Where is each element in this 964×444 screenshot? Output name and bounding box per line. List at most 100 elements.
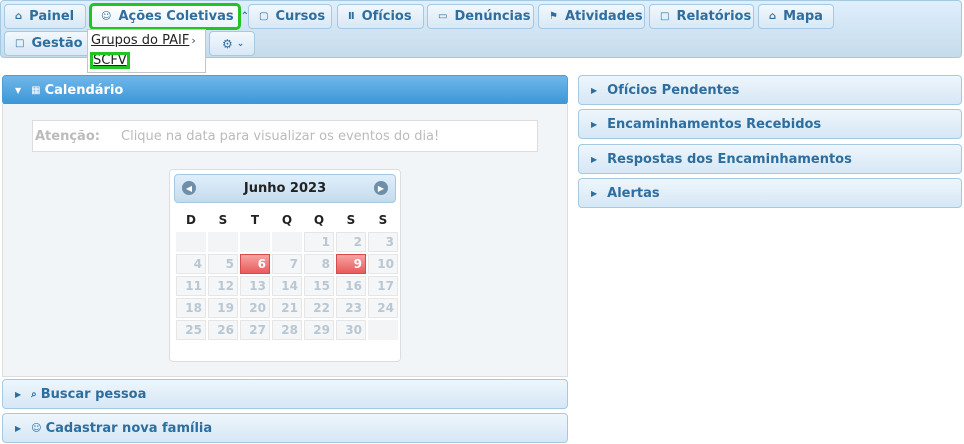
weekday-label: D (186, 213, 196, 227)
oficios-pendentes-panel-header[interactable]: ▶ Ofícios Pendentes (578, 75, 962, 105)
cadastrar-familia-title: Cadastrar nova família (45, 420, 213, 436)
datepicker-grid: D S T Q Q S S 1 2 3 4 5 6 7 8 9 10 11 12 13 14 15 16 17 1… (174, 208, 400, 342)
nav-relatorios-label: Relatórios (676, 9, 752, 24)
day-slot: 19 (208, 298, 238, 318)
nav-oficios-button[interactable]: Ⅱ Ofícios (337, 4, 424, 29)
nav-atividades-button[interactable]: ⚑ Atividades (538, 4, 645, 29)
day-cell[interactable]: 27 (240, 320, 270, 340)
empty-day-cell (208, 232, 238, 252)
day-cell[interactable]: 2 (336, 232, 366, 252)
day-cell[interactable]: 16 (336, 276, 366, 296)
day-cell[interactable]: 15 (304, 276, 334, 296)
day-slot: 3 (368, 232, 398, 252)
nav-painel-button[interactable]: ⌂ Painel (4, 4, 86, 29)
next-month-icon[interactable]: ▶ (374, 181, 388, 195)
day-cell[interactable]: 3 (368, 232, 398, 252)
weekday-label: S (378, 213, 388, 227)
encaminhamentos-recebidos-panel-header[interactable]: ▶ Encaminhamentos Recebidos (578, 109, 962, 139)
day-cell[interactable]: 28 (272, 320, 302, 340)
day-slot: 9 (336, 254, 366, 274)
day-cell[interactable]: 4 (176, 254, 206, 274)
weekday-label: Q (281, 213, 293, 227)
nav-gestao-button[interactable]: □ Gestão D (4, 31, 98, 56)
day-cell[interactable]: 26 (208, 320, 238, 340)
caret-right-icon: ▶ (591, 85, 598, 95)
encaminhamentos-recebidos-title: Encaminhamentos Recebidos (607, 116, 822, 132)
weekday-label: S (218, 213, 228, 227)
day-cell[interactable]: 1 (304, 232, 334, 252)
caret-right-icon: ▶ (591, 154, 598, 164)
chevron-right-icon: › (191, 34, 196, 47)
nav-mapa-label: Mapa (783, 9, 823, 24)
day-slot: 13 (240, 276, 270, 296)
day-slot: 10 (368, 254, 398, 274)
home-icon: ⌂ (15, 11, 23, 22)
menu-item-scfv-label: SCFV (93, 53, 127, 68)
day-cell[interactable]: 30 (336, 320, 366, 340)
day-cell[interactable]: 20 (240, 298, 270, 318)
week-row: 4 5 6 7 8 9 10 (176, 254, 398, 274)
day-cell[interactable]: 21 (272, 298, 302, 318)
attention-message: Atenção: Clique na data para visualizar … (32, 120, 538, 152)
menu-item-grupos-paif[interactable]: Grupos do PAIF › (91, 33, 196, 48)
nav-denuncias-button[interactable]: ▭ Denúncias (427, 4, 534, 29)
day-cell[interactable]: 11 (176, 276, 206, 296)
day-cell[interactable]: 14 (272, 276, 302, 296)
empty-day-cell (368, 320, 398, 340)
caret-right-icon: ▶ (591, 188, 598, 198)
menu-item-scfv[interactable]: SCFV (90, 52, 130, 69)
day-slot (272, 232, 302, 252)
datepicker-month: Junho 2023 (243, 181, 327, 196)
calendar-panel-header[interactable]: ▼ ▦ Calendário (2, 75, 568, 105)
day-cell[interactable]: 5 (208, 254, 238, 274)
buscar-pessoa-panel-header[interactable]: ▶ ⌕ Buscar pessoa (2, 379, 568, 409)
caret-right-icon: ▶ (591, 119, 598, 129)
day-cell[interactable]: 10 (368, 254, 398, 274)
day-cell[interactable]: 8 (304, 254, 334, 274)
day-cell[interactable]: 12 (208, 276, 238, 296)
day-cell[interactable]: 25 (176, 320, 206, 340)
day-cell[interactable]: 13 (240, 276, 270, 296)
day-cell[interactable]: 24 (368, 298, 398, 318)
respostas-encaminhamentos-panel-header[interactable]: ▶ Respostas dos Encaminhamentos (578, 144, 962, 174)
gear-icon: ⚙ (222, 36, 233, 51)
nav-relatorios-button[interactable]: □ Relatórios (649, 4, 754, 29)
nav-acoes-coletivas-button[interactable]: ☺ Ações Coletivas ⌃ (89, 3, 249, 30)
event-day-cell[interactable]: 9 (336, 254, 366, 274)
nav-mapa-button[interactable]: ⌂ Mapa (758, 4, 834, 29)
alertas-panel-header[interactable]: ▶ Alertas (578, 178, 962, 208)
day-slot (240, 232, 270, 252)
datepicker-days: 1 2 3 4 5 6 7 8 9 10 11 12 13 14 15 16 17 18 19 20 21 22 23 24 2… (176, 232, 398, 340)
caret-right-icon: ▶ (15, 389, 22, 399)
day-cell[interactable]: 29 (304, 320, 334, 340)
week-row: 11 12 13 14 15 16 17 (176, 276, 398, 296)
day-slot: 14 (272, 276, 302, 296)
day-slot: 20 (240, 298, 270, 318)
day-cell[interactable]: 23 (336, 298, 366, 318)
day-slot: 5 (208, 254, 238, 274)
day-slot: 2 (336, 232, 366, 252)
empty-day-cell (240, 232, 270, 252)
day-slot: 26 (208, 320, 238, 340)
event-day-cell[interactable]: 6 (240, 254, 270, 274)
prev-month-icon[interactable]: ◀ (182, 181, 196, 195)
day-cell[interactable]: 7 (272, 254, 302, 274)
cadastrar-familia-panel-header[interactable]: ▶ ☺ Cadastrar nova família (2, 413, 568, 443)
day-cell[interactable]: 17 (368, 276, 398, 296)
nav-cursos-button[interactable]: ▢ Cursos (248, 4, 332, 29)
comment-icon: ▭ (438, 11, 448, 22)
attention-label: Atenção: (35, 128, 100, 144)
weekday-label: Q (313, 213, 325, 227)
datepicker: ◀ Junho 2023 ▶ D S T Q Q S S 1 2 3 4 5 6 7 8 9 10… (169, 169, 401, 362)
day-cell[interactable]: 18 (176, 298, 206, 318)
course-icon: ▢ (259, 11, 269, 22)
week-row: 123 (176, 232, 398, 252)
attention-text: Clique na data para visualizar os evento… (121, 128, 440, 144)
settings-menu-button[interactable]: ⚙ ⌄ (209, 31, 255, 56)
day-slot: 15 (304, 276, 334, 296)
day-slot: 16 (336, 276, 366, 296)
caret-down-icon: ▼ (15, 85, 22, 95)
day-cell[interactable]: 19 (208, 298, 238, 318)
day-cell[interactable]: 22 (304, 298, 334, 318)
day-slot: 6 (240, 254, 270, 274)
